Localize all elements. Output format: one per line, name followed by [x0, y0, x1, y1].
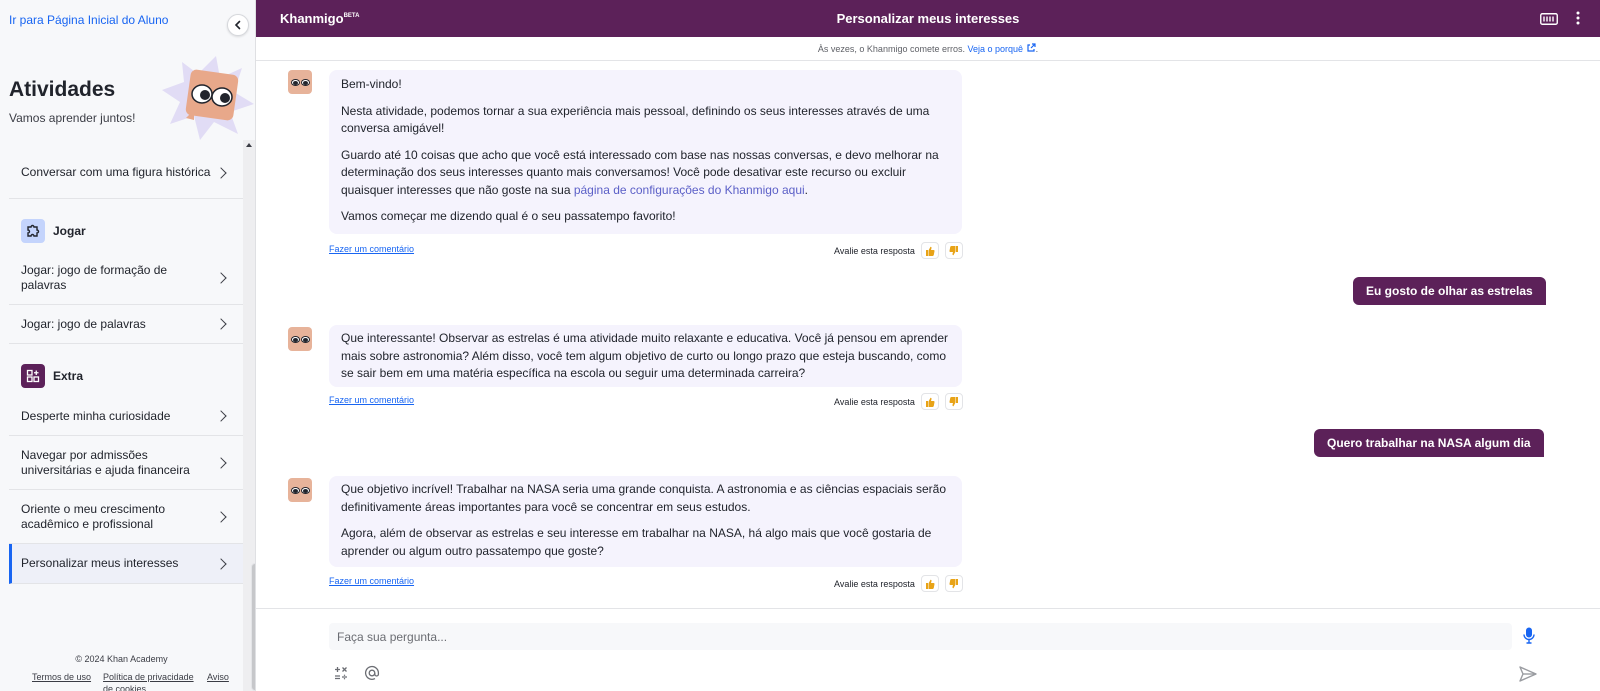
- thumbs-up-button[interactable]: [920, 575, 939, 592]
- footer-links: Termos de uso Política de privacidade de…: [32, 671, 229, 691]
- composer: [256, 608, 1600, 691]
- sidebar-title: Atividades: [9, 78, 116, 101]
- apps-icon: [21, 364, 45, 388]
- rate-response: Avalie esta resposta: [834, 393, 963, 410]
- message-paragraph: Que objetivo incrível! Trabalhar na NASA…: [341, 482, 946, 514]
- chevron-right-icon: [215, 272, 227, 284]
- microphone-icon[interactable]: [1523, 627, 1535, 649]
- rate-response: Avalie esta resposta: [834, 575, 963, 592]
- bot-message: Bem-vindo! Nesta atividade, podemos torn…: [329, 70, 962, 234]
- ai-disclaimer: Às vezes, o Khanmigo comete erros. Veja …: [256, 37, 1600, 61]
- top-bar: KhanmigoBETA Personalizar meus interesse…: [256, 0, 1600, 37]
- message-paragraph: Vamos começar me dizendo qual é o seu pa…: [341, 209, 676, 223]
- app: Ir para Página Inicial do Aluno Atividad…: [0, 0, 1600, 691]
- sidebar-item-curiosity[interactable]: Desperte minha curiosidade: [9, 397, 243, 436]
- chevron-right-icon: [215, 557, 227, 570]
- notice-link[interactable]: Aviso: [207, 671, 229, 691]
- feedback-link[interactable]: Fazer um comentário: [329, 395, 414, 405]
- message-paragraph: Agora, além de observar as estrelas e se…: [341, 526, 932, 558]
- bot-message: Que objetivo incrível! Trabalhar na NASA…: [329, 476, 962, 567]
- scroll-up-arrow-icon[interactable]: [246, 143, 252, 147]
- chevron-right-icon: [215, 410, 227, 422]
- sidebar-item-admissions[interactable]: Navegar por admissões universitárias e a…: [9, 436, 243, 490]
- section-label: Jogar: [53, 224, 86, 238]
- activity-list: Conversar com uma figura histórica Jogar…: [0, 147, 243, 595]
- rate-response: Avalie esta resposta: [834, 242, 963, 259]
- terms-link[interactable]: Termos de uso: [32, 671, 91, 691]
- back-to-student-home-link[interactable]: Ir para Página Inicial do Aluno: [9, 13, 168, 27]
- sidebar-item-word-game[interactable]: Jogar: jogo de palavras: [9, 305, 243, 344]
- sidebar-item-label: Jogar: jogo de formação de palavras: [21, 263, 168, 292]
- thumbs-down-button[interactable]: [944, 393, 963, 410]
- page-title: Personalizar meus interesses: [836, 11, 1020, 26]
- ask-question-input[interactable]: [329, 623, 1512, 650]
- thumbs-down-button[interactable]: [944, 242, 963, 259]
- feedback-link[interactable]: Fazer um comentário: [329, 244, 414, 254]
- sidebar: Ir para Página Inicial do Aluno Atividad…: [0, 0, 256, 691]
- mention-icon[interactable]: [364, 665, 380, 686]
- chevron-left-icon: [234, 20, 241, 30]
- sidebar-item-label: Oriente o meu crescimento acadêmico e pr…: [21, 501, 166, 531]
- sidebar-item-word-formation-game[interactable]: Jogar: jogo de formação de palavras: [9, 252, 243, 305]
- puzzle-icon: [21, 219, 45, 243]
- sidebar-scrollbar[interactable]: [243, 140, 255, 691]
- thumbs-down-icon: [949, 396, 958, 406]
- bot-message: Que interessante! Observar as estrelas é…: [329, 325, 962, 387]
- section-label: Extra: [53, 369, 84, 383]
- khanmigo-settings-link[interactable]: página de configurações do Khanmigo aqui: [574, 183, 805, 197]
- section-extra: Extra: [21, 364, 83, 388]
- khanmigo-avatar: [288, 327, 312, 351]
- external-link-icon: [1026, 43, 1036, 52]
- message-paragraph: Nesta atividade, podemos tornar a sua ex…: [341, 103, 930, 136]
- thumbs-up-icon: [925, 397, 935, 407]
- message-paragraph: Bem-vindo!: [341, 77, 402, 91]
- thumbs-up-icon: [925, 246, 935, 256]
- collapse-sidebar-button[interactable]: [227, 14, 249, 36]
- rate-label: Avalie esta resposta: [834, 578, 915, 589]
- message-paragraph: Que interessante! Observar as estrelas é…: [341, 331, 949, 380]
- rate-label: Avalie esta resposta: [834, 245, 915, 256]
- sidebar-item-label: Navegar por admissões universitárias e a…: [21, 447, 190, 477]
- sidebar-item-label: Jogar: jogo de palavras: [21, 316, 146, 331]
- user-message: Quero trabalhar na NASA algum dia: [1314, 429, 1544, 457]
- sidebar-item-label: Desperte minha curiosidade: [21, 408, 171, 423]
- chevron-right-icon: [215, 510, 227, 523]
- chevron-right-icon: [215, 456, 227, 469]
- khanmigo-avatar: [288, 70, 312, 94]
- user-message: Eu gosto de olhar as estrelas: [1353, 277, 1546, 305]
- thumbs-up-button[interactable]: [920, 242, 939, 259]
- footer-copyright: © 2024 Khan Academy: [75, 654, 168, 664]
- send-icon[interactable]: [1519, 666, 1537, 687]
- khanmigo-avatar: [288, 478, 312, 502]
- section-play: Jogar: [21, 219, 86, 243]
- thumbs-up-icon: [925, 579, 935, 589]
- thumbs-down-icon: [949, 245, 958, 255]
- chevron-right-icon: [215, 166, 227, 179]
- privacy-link[interactable]: Política de privacidade de cookies: [103, 671, 195, 691]
- feedback-link[interactable]: Fazer um comentário: [329, 576, 414, 586]
- sidebar-item-label: Conversar com uma figura histórica: [21, 165, 211, 179]
- math-symbols-icon[interactable]: [334, 666, 348, 685]
- thumbs-down-icon: [949, 578, 958, 588]
- sidebar-item-historical-figure[interactable]: Conversar com uma figura histórica: [9, 147, 243, 199]
- keyboard-icon[interactable]: [1540, 12, 1558, 30]
- sidebar-item-label: Personalizar meus interesses: [21, 556, 179, 570]
- more-options-icon[interactable]: [1576, 11, 1580, 30]
- rate-label: Avalie esta resposta: [834, 396, 915, 407]
- thumbs-down-button[interactable]: [944, 575, 963, 592]
- why-link[interactable]: Veja o porquê: [968, 44, 1024, 54]
- chevron-right-icon: [215, 318, 227, 330]
- sidebar-item-career-growth[interactable]: Oriente o meu crescimento acadêmico e pr…: [9, 490, 243, 544]
- sidebar-item-personalize-interests[interactable]: Personalizar meus interesses: [9, 544, 243, 584]
- khanmigo-hero-illustration: [160, 52, 255, 140]
- message-paragraph: Guardo até 10 coisas que acho que você e…: [341, 147, 939, 197]
- sidebar-subtitle: Vamos aprender juntos!: [9, 111, 136, 125]
- thumbs-up-button[interactable]: [920, 393, 939, 410]
